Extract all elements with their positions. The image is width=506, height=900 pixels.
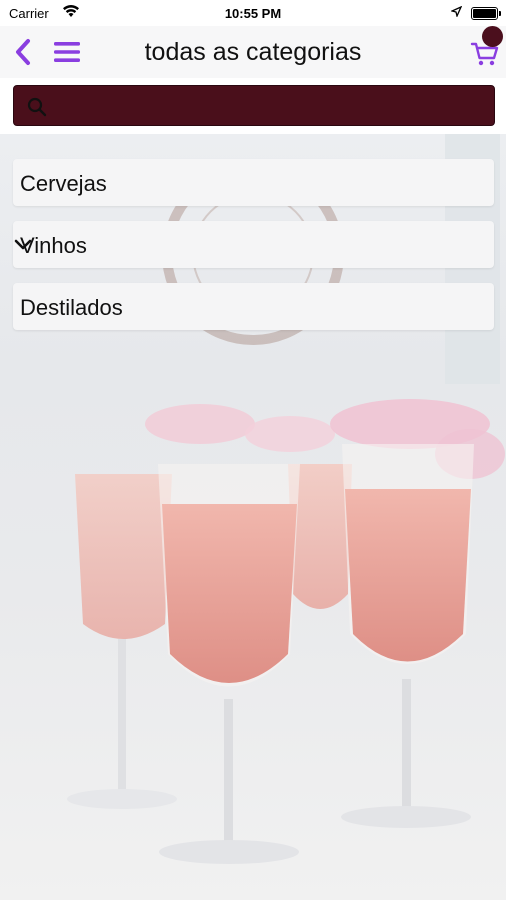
battery-icon [471,7,501,20]
category-item-vinhos[interactable]: Vinhos [13,221,494,268]
chevron-down-icon[interactable] [13,236,33,254]
location-arrow-icon [451,6,462,17]
background-image: Cervejas Vinhos Destilados [0,134,506,900]
search-icon [27,97,47,117]
category-label: Destilados [20,295,123,320]
search-container [0,78,506,134]
cart-badge [482,26,503,47]
page-title: todas as categorias [144,38,362,66]
search-bar[interactable] [13,85,495,126]
status-bar: Carrier 10:55 PM [0,0,506,26]
category-item-cervejas[interactable]: Cervejas [13,159,494,206]
category-label: Cervejas [20,171,107,196]
category-item-destilados[interactable]: Destilados [13,283,494,330]
navigation-bar: todas as categorias [0,26,506,78]
clock: 10:55 PM [224,6,282,21]
search-input[interactable] [58,86,488,125]
